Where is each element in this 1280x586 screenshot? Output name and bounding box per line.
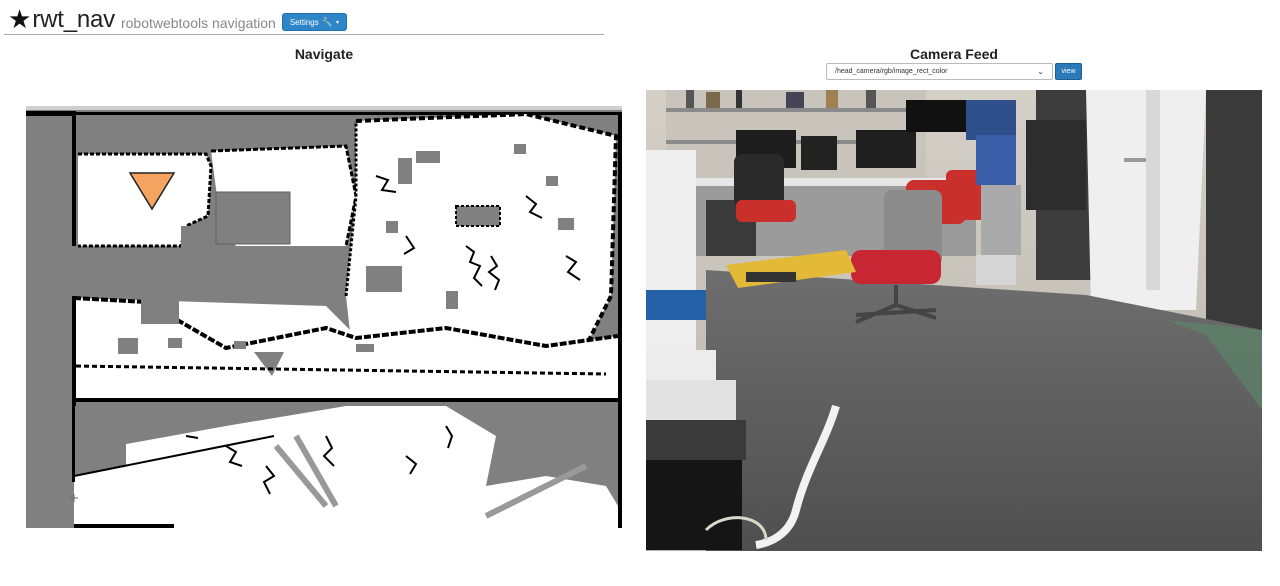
map-canvas[interactable] xyxy=(26,106,622,528)
wrench-icon: 🔧 xyxy=(321,16,333,27)
camera-topic-value: /head_camera/rgb/image_rect_color xyxy=(835,68,948,75)
camera-feed-canvas xyxy=(646,90,1262,551)
caret-down-icon: ▾ xyxy=(335,19,339,26)
settings-button-label: Settings xyxy=(289,17,319,27)
app-header: ★ rwt_nav robotwebtools navigation Setti… xyxy=(8,4,347,36)
star-icon: ★ xyxy=(8,5,32,35)
app-title: rwt_nav xyxy=(32,6,115,33)
view-button[interactable]: view xyxy=(1055,63,1082,80)
chevron-down-icon: ⌄ xyxy=(1037,67,1044,76)
header-divider xyxy=(4,34,604,35)
app-subtitle: robotwebtools navigation xyxy=(120,15,276,31)
camera-feed-image xyxy=(646,90,1262,551)
camera-topic-select[interactable]: /head_camera/rgb/image_rect_color ⌄ xyxy=(826,63,1053,80)
navigate-title: Navigate xyxy=(294,46,354,62)
camera-feed-title: Camera Feed xyxy=(910,46,998,62)
settings-button[interactable]: Settings 🔧 ▾ xyxy=(281,13,347,31)
navigation-map[interactable] xyxy=(26,106,622,528)
